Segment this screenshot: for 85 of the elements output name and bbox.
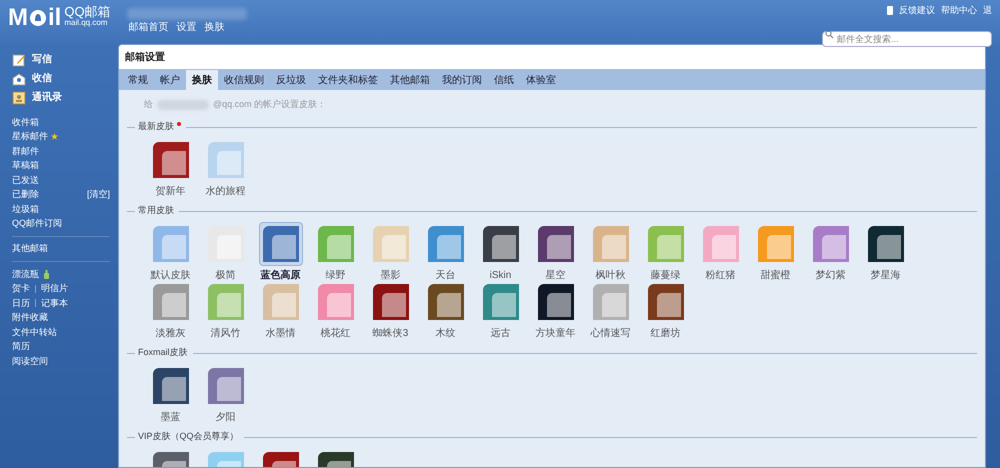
tool-link[interactable]: 漂流瓶 bbox=[12, 268, 39, 281]
search-icon bbox=[825, 30, 834, 38]
empty-trash-link[interactable]: [清空] bbox=[86, 188, 110, 202]
skin-label: 墨蓝 bbox=[160, 410, 180, 425]
tool-link[interactable]: 记事本 bbox=[41, 296, 68, 310]
skin-label: 藤蔓绿 bbox=[650, 268, 680, 283]
sidebar-action[interactable]: 收信 bbox=[12, 69, 110, 88]
skin-label: 极简 bbox=[216, 268, 236, 283]
skin-label: 天台 bbox=[436, 268, 456, 283]
folder-link[interactable]: 收件箱 bbox=[12, 116, 39, 129]
sidebar-action[interactable]: 通讯录 bbox=[12, 88, 110, 107]
account-label: @qq.com 的帐户设置皮肤： bbox=[213, 98, 326, 112]
skin-label: 水墨情 bbox=[266, 326, 296, 341]
skin-label: 蓝色高原 bbox=[260, 268, 300, 283]
nav-link[interactable]: 设置 bbox=[176, 20, 197, 35]
section-title: VIP皮肤（QQ会员尊享） bbox=[138, 430, 239, 444]
skin-label: 远古 bbox=[490, 326, 510, 341]
skin-label: 梦幻紫 bbox=[816, 268, 846, 283]
brand-name: QQ邮箱 bbox=[64, 5, 111, 18]
logo-text: M bbox=[8, 6, 28, 30]
skin-label: 清风竹 bbox=[210, 326, 240, 341]
settings-tab[interactable]: 换肤 bbox=[186, 70, 218, 90]
tool-link[interactable]: 贺卡 bbox=[12, 282, 30, 296]
top-link[interactable]: 退 bbox=[983, 4, 992, 18]
settings-tab[interactable]: 文件夹和标签 bbox=[312, 70, 384, 90]
sidebar-action[interactable]: 写信 bbox=[12, 50, 110, 69]
bell-logo-icon bbox=[29, 9, 47, 27]
settings-tab[interactable]: 常规 bbox=[122, 70, 154, 90]
top-link[interactable]: 帮助中心 bbox=[941, 4, 977, 18]
section-title: Foxmail皮肤 bbox=[138, 346, 188, 360]
settings-tab[interactable]: 体验室 bbox=[520, 70, 562, 90]
star-icon bbox=[51, 133, 58, 140]
folder-link[interactable]: 已发送 bbox=[12, 174, 39, 187]
tool-link[interactable]: 文件中转站 bbox=[12, 326, 57, 339]
pencil-icon bbox=[12, 52, 26, 66]
nav-link[interactable]: 换肤 bbox=[204, 20, 225, 35]
folder-link[interactable]: 已删除 bbox=[12, 188, 39, 202]
skin-label: iSkin bbox=[490, 269, 512, 283]
skin-label: 红磨坊 bbox=[650, 326, 680, 341]
section-title: 常用皮肤 bbox=[138, 204, 174, 218]
top-link[interactable]: 反馈建议 bbox=[899, 4, 935, 18]
skin-label: 枫叶秋 bbox=[596, 268, 626, 283]
tool-link[interactable]: 阅读空间 bbox=[12, 354, 48, 368]
skin-label: 桃花红 bbox=[320, 326, 350, 341]
skin-label: 木纹 bbox=[436, 326, 456, 341]
folder-link[interactable]: 垃圾箱 bbox=[12, 202, 39, 216]
skin-label: 心情速写 bbox=[590, 326, 630, 341]
settings-tab[interactable]: 我的订阅 bbox=[436, 70, 488, 90]
skin-label: 星空 bbox=[546, 268, 566, 283]
phone-icon bbox=[887, 6, 893, 16]
nav-link[interactable]: 邮箱首页 bbox=[128, 20, 169, 35]
settings-tab[interactable]: 信纸 bbox=[488, 70, 520, 90]
tool-link[interactable]: 简历 bbox=[12, 340, 30, 354]
folder-link[interactable]: 群邮件 bbox=[12, 144, 39, 158]
settings-tab[interactable]: 收信规则 bbox=[218, 70, 270, 90]
skin-label: 方块童年 bbox=[536, 326, 576, 341]
bottle-icon bbox=[44, 270, 49, 279]
skin-label: 甜蜜橙 bbox=[760, 268, 790, 283]
search-field[interactable]: 邮件全文搜索... bbox=[822, 30, 992, 46]
skin-label: 淡雅灰 bbox=[156, 327, 186, 341]
skin-label: 水的旅程 bbox=[206, 184, 246, 199]
logo-text: il bbox=[48, 6, 62, 30]
folder-link[interactable]: QQ邮件订阅 bbox=[12, 217, 62, 230]
address-book-icon bbox=[12, 90, 26, 104]
skin-label: 粉红猪 bbox=[706, 268, 736, 283]
skin-label: 贺新年 bbox=[156, 184, 186, 199]
section-title: 最新皮肤 bbox=[138, 120, 174, 134]
tool-link[interactable]: 明信片 bbox=[41, 282, 68, 296]
folder-link[interactable]: 星标邮件 bbox=[12, 130, 48, 144]
skin-label: 墨影 bbox=[380, 269, 400, 283]
skin-label: 梦星海 bbox=[870, 268, 900, 283]
tool-link[interactable]: 附件收藏 bbox=[12, 311, 48, 324]
skin-label: 默认皮肤 bbox=[150, 268, 190, 283]
skin-label: 夕阳 bbox=[216, 411, 236, 425]
domain-text: mail.qq.com bbox=[64, 19, 108, 27]
settings-tab[interactable]: 其他邮箱 bbox=[384, 70, 436, 90]
skin-label: 绿野 bbox=[326, 269, 346, 283]
skin-label: 蜘蛛侠3 bbox=[372, 326, 408, 341]
panel-title: 邮箱设置 bbox=[125, 50, 165, 64]
folder-link[interactable]: 草稿箱 bbox=[12, 159, 39, 172]
settings-tab[interactable]: 反垃圾 bbox=[270, 70, 312, 90]
folder-link[interactable]: 其他邮箱 bbox=[12, 242, 110, 256]
settings-tab[interactable]: 帐户 bbox=[154, 70, 186, 90]
account-label: 给 bbox=[144, 98, 153, 112]
tool-link[interactable]: 日历 bbox=[12, 296, 30, 310]
